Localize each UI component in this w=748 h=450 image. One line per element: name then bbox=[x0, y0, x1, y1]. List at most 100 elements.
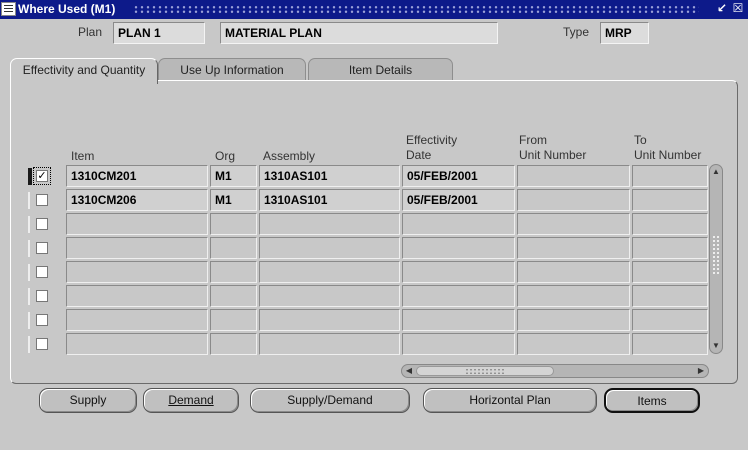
scroll-up-icon[interactable]: ▲ bbox=[710, 166, 722, 178]
to-unit-number-cell[interactable] bbox=[632, 309, 708, 331]
row-selector[interactable] bbox=[28, 192, 33, 209]
row-checkbox[interactable] bbox=[36, 194, 48, 206]
org-cell[interactable] bbox=[210, 309, 257, 331]
from-unit-number-cell[interactable] bbox=[517, 333, 630, 355]
tab-item-details[interactable]: Item Details bbox=[308, 58, 453, 82]
org-cell[interactable] bbox=[210, 261, 257, 283]
to-unit-number-cell[interactable] bbox=[632, 285, 708, 307]
row-checkbox[interactable] bbox=[36, 242, 48, 254]
scroll-right-icon[interactable]: ▶ bbox=[695, 365, 707, 377]
tab-use-up-information[interactable]: Use Up Information bbox=[158, 58, 306, 82]
row-checkbox[interactable] bbox=[36, 338, 48, 350]
from-unit-number-cell[interactable] bbox=[517, 165, 630, 187]
item-cell[interactable] bbox=[66, 213, 208, 235]
from-unit-number-cell[interactable] bbox=[517, 213, 630, 235]
table-row[interactable] bbox=[0, 309, 748, 331]
effectivity-date-cell[interactable] bbox=[402, 285, 515, 307]
demand-button[interactable]: Demand bbox=[143, 388, 239, 413]
table-row[interactable]: ✓ 1310CM201 M1 1310AS101 05/FEB/2001 bbox=[0, 165, 748, 187]
row-checkbox[interactable]: ✓ bbox=[33, 167, 51, 185]
assembly-cell[interactable] bbox=[259, 333, 400, 355]
title-bar: Where Used (M1) ↙ ☒ bbox=[0, 0, 748, 19]
item-cell[interactable] bbox=[66, 333, 208, 355]
item-cell[interactable] bbox=[66, 309, 208, 331]
item-cell[interactable] bbox=[66, 285, 208, 307]
table-row[interactable]: 1310CM206 M1 1310AS101 05/FEB/2001 bbox=[0, 189, 748, 211]
effectivity-date-cell[interactable] bbox=[402, 309, 515, 331]
minimize-icon[interactable]: ↙ bbox=[716, 1, 728, 16]
effectivity-date-cell[interactable] bbox=[402, 213, 515, 235]
scroll-left-icon[interactable]: ◀ bbox=[403, 365, 415, 377]
row-selector[interactable] bbox=[28, 312, 33, 329]
supply-button[interactable]: Supply bbox=[39, 388, 137, 413]
app-icon[interactable] bbox=[1, 2, 16, 16]
row-checkbox[interactable] bbox=[36, 266, 48, 278]
effectivity-date-cell[interactable]: 05/FEB/2001 bbox=[402, 165, 515, 187]
assembly-cell[interactable] bbox=[259, 285, 400, 307]
from-unit-number-cell[interactable] bbox=[517, 261, 630, 283]
to-unit-number-cell[interactable] bbox=[632, 261, 708, 283]
horizontal-scrollbar[interactable]: ◀ ▶ bbox=[401, 364, 709, 378]
org-cell[interactable]: M1 bbox=[210, 189, 257, 211]
item-cell[interactable]: 1310CM206 bbox=[66, 189, 208, 211]
to-unit-number-cell[interactable] bbox=[632, 213, 708, 235]
org-cell[interactable] bbox=[210, 333, 257, 355]
table-row[interactable] bbox=[0, 237, 748, 259]
horizontal-scroll-thumb[interactable] bbox=[416, 366, 554, 376]
row-selector[interactable] bbox=[28, 168, 33, 185]
assembly-cell[interactable]: 1310AS101 bbox=[259, 189, 400, 211]
effectivity-date-cell[interactable] bbox=[402, 333, 515, 355]
title-bar-grip bbox=[133, 5, 699, 14]
from-unit-number-cell[interactable] bbox=[517, 309, 630, 331]
plan-field[interactable]: PLAN 1 bbox=[113, 22, 205, 44]
column-header-assembly: Assembly bbox=[263, 149, 316, 163]
column-header-from-unit-number: From Unit Number bbox=[519, 133, 587, 162]
from-unit-number-cell[interactable] bbox=[517, 237, 630, 259]
to-unit-number-cell[interactable] bbox=[632, 237, 708, 259]
org-cell[interactable] bbox=[210, 285, 257, 307]
type-field[interactable]: MRP bbox=[600, 22, 649, 44]
scroll-down-icon[interactable]: ▼ bbox=[710, 340, 722, 352]
assembly-cell[interactable] bbox=[259, 309, 400, 331]
assembly-cell[interactable] bbox=[259, 237, 400, 259]
from-unit-number-cell[interactable] bbox=[517, 285, 630, 307]
to-unit-number-cell[interactable] bbox=[632, 333, 708, 355]
demand-button-label: Demand bbox=[168, 393, 214, 407]
to-unit-number-cell[interactable] bbox=[632, 189, 708, 211]
row-checkbox[interactable] bbox=[36, 218, 48, 230]
vertical-scrollbar[interactable]: ▲ ▼ bbox=[709, 164, 723, 354]
row-selector[interactable] bbox=[28, 336, 33, 353]
table-row[interactable] bbox=[0, 261, 748, 283]
item-cell[interactable] bbox=[66, 237, 208, 259]
effectivity-date-cell[interactable] bbox=[402, 261, 515, 283]
assembly-cell[interactable]: 1310AS101 bbox=[259, 165, 400, 187]
horizontal-plan-button[interactable]: Horizontal Plan bbox=[423, 388, 597, 413]
item-cell[interactable]: 1310CM201 bbox=[66, 165, 208, 187]
supply-demand-button[interactable]: Supply/Demand bbox=[250, 388, 410, 413]
row-checkbox[interactable] bbox=[36, 290, 48, 302]
items-button[interactable]: Items bbox=[604, 388, 700, 413]
row-checkbox[interactable] bbox=[36, 314, 48, 326]
row-selector[interactable] bbox=[28, 216, 33, 233]
to-unit-number-cell[interactable] bbox=[632, 165, 708, 187]
effectivity-date-cell[interactable] bbox=[402, 237, 515, 259]
column-header-org: Org bbox=[215, 149, 236, 163]
assembly-cell[interactable] bbox=[259, 213, 400, 235]
org-cell[interactable]: M1 bbox=[210, 165, 257, 187]
effectivity-date-cell[interactable]: 05/FEB/2001 bbox=[402, 189, 515, 211]
org-cell[interactable] bbox=[210, 213, 257, 235]
assembly-cell[interactable] bbox=[259, 261, 400, 283]
from-unit-number-cell[interactable] bbox=[517, 189, 630, 211]
row-selector[interactable] bbox=[28, 240, 33, 257]
table-row[interactable] bbox=[0, 213, 748, 235]
table-row[interactable] bbox=[0, 285, 748, 307]
org-cell[interactable] bbox=[210, 237, 257, 259]
row-selector[interactable] bbox=[28, 264, 33, 281]
scroll-grip[interactable] bbox=[712, 235, 720, 275]
close-icon[interactable]: ☒ bbox=[732, 1, 744, 16]
item-cell[interactable] bbox=[66, 261, 208, 283]
row-selector[interactable] bbox=[28, 288, 33, 305]
tab-effectivity-and-quantity[interactable]: Effectivity and Quantity bbox=[10, 58, 158, 84]
table-row[interactable] bbox=[0, 333, 748, 355]
plan-description-field[interactable]: MATERIAL PLAN bbox=[220, 22, 498, 44]
